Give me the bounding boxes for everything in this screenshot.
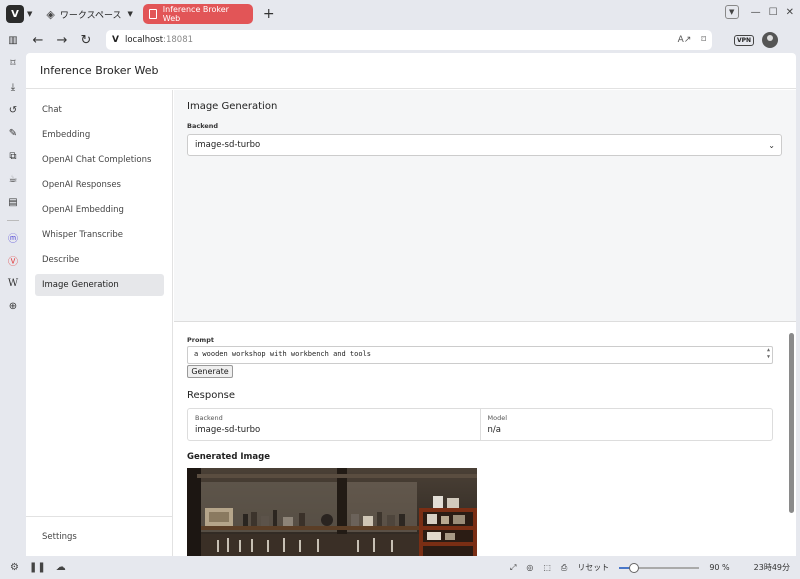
chevron-down-icon: ▼ — [127, 10, 133, 18]
url-field[interactable]: V localhost:18081 A↗ ⌑ — [106, 30, 712, 50]
page-tiling-icon[interactable]: ⤢ — [510, 563, 516, 573]
cloud-sync-icon[interactable]: ☁ — [56, 562, 66, 573]
chevron-down-icon[interactable]: ▼ — [27, 10, 32, 18]
response-model-cell: Model n/a — [479, 409, 773, 440]
response-model-value: n/a — [487, 425, 501, 435]
sidebar-item-openai-embedding[interactable]: OpenAI Embedding — [35, 199, 164, 221]
workshop-image — [187, 468, 477, 556]
translate-panel-icon[interactable]: ⧉ — [6, 149, 20, 163]
sidebar-item-openai-responses[interactable]: OpenAI Responses — [35, 174, 164, 196]
generate-button[interactable]: Generate — [187, 365, 233, 378]
sidebar-item-openai-chat-completions[interactable]: OpenAI Chat Completions — [35, 149, 164, 171]
page-viewport: Inference Broker Web Chat Embedding Open… — [26, 53, 796, 556]
browser-tab-active[interactable]: Inference Broker Web — [142, 4, 253, 24]
minimize-icon[interactable]: — — [751, 7, 761, 18]
panel-toggle-icon[interactable]: ▥ — [6, 33, 20, 47]
window-controls: ▼ — ☐ ✕ — [724, 5, 794, 19]
layers-icon: ◈ — [46, 7, 55, 21]
app-header: Inference Broker Web — [26, 53, 796, 89]
sidebar-item-embedding[interactable]: Embedding — [35, 124, 164, 146]
sidebar-item-describe[interactable]: Describe — [35, 249, 164, 271]
browser-status-bar: ⚙ ❚❚ ☁ ⤢ ◎ ⬚ ⎙ リセット 90 % 23時49分 — [0, 556, 800, 579]
translate-icon[interactable]: A↗ — [678, 35, 692, 45]
prompt-textarea[interactable]: a wooden workshop with workbench and too… — [187, 346, 773, 364]
profile-avatar[interactable] — [762, 32, 779, 48]
request-panel: Prompt a wooden workshop with workbench … — [174, 323, 796, 556]
address-toolbar: ← → ↻ V localhost:18081 A↗ ⌑ VPN — [26, 28, 800, 52]
zoom-slider[interactable] — [619, 562, 700, 573]
browser-tab-bar: V ▼ ◈ ワークスペース ▼ Inference Broker Web + ▼… — [0, 0, 800, 28]
sidebar-item-whisper-transcribe[interactable]: Whisper Transcribe — [35, 224, 164, 246]
app-title: Inference Broker Web — [40, 64, 159, 77]
zoom-slider-knob[interactable] — [628, 562, 639, 573]
prompt-value: a wooden workshop with workbench and too… — [194, 350, 372, 358]
chevron-down-icon: ⌄ — [768, 140, 775, 150]
response-backend-value: image-sd-turbo — [195, 425, 261, 435]
page-scrollbar[interactable] — [789, 333, 794, 513]
forward-arrow-icon[interactable]: → — [50, 33, 74, 48]
sidebar-nav: Chat Embedding OpenAI Chat Completions O… — [26, 90, 173, 556]
response-title: Response — [187, 390, 236, 401]
bookmark-icon[interactable]: ⌑ — [701, 35, 706, 45]
prompt-label: Prompt — [187, 336, 214, 344]
workspace-label: ワークスペース — [59, 10, 122, 21]
maximize-icon[interactable]: ☐ — [769, 7, 778, 18]
capture-icon[interactable]: ◎ — [526, 563, 533, 572]
page-actions-icon[interactable]: ⬚ — [543, 563, 551, 572]
zoom-level: 90 % — [709, 563, 730, 572]
config-panel: Image Generation Backend image-sd-turbo … — [174, 90, 796, 322]
tab-list-dropdown-icon[interactable]: ▼ — [724, 5, 739, 19]
history-panel-icon[interactable]: ↺ — [6, 103, 20, 117]
sidebar-item-settings[interactable]: Settings — [26, 516, 172, 556]
response-backend-cell: Backend image-sd-turbo — [188, 409, 480, 440]
sidebar-item-chat[interactable]: Chat — [35, 99, 164, 121]
mastodon-icon[interactable]: ⓜ — [6, 230, 20, 245]
vivaldi-logo-icon: V — [112, 35, 119, 45]
vivaldi-red-icon[interactable]: Ⓥ — [6, 253, 20, 268]
image-toggle-icon[interactable]: ⎙ — [561, 563, 567, 573]
backend-select[interactable]: image-sd-turbo ⌄ — [187, 134, 782, 156]
generated-image — [187, 468, 477, 556]
clock: 23時49分 — [753, 563, 790, 572]
textarea-spinner-icon[interactable]: ▲ ▼ — [767, 347, 770, 361]
browser-panel-bar: ▥ ⌑ ⤓ ↺ ✎ ⧉ ☕ ▤ ⓜ Ⓥ W ⊕ — [0, 28, 26, 556]
add-panel-icon[interactable]: ⊕ — [6, 299, 20, 313]
response-model-key: Model — [487, 414, 508, 422]
response-backend-key: Backend — [195, 414, 223, 422]
page-favicon-icon — [148, 9, 157, 19]
reload-icon[interactable]: ↻ — [74, 33, 98, 48]
panel-divider — [7, 220, 19, 221]
generated-image-title: Generated Image — [187, 452, 270, 462]
notes-panel-icon[interactable]: ✎ — [6, 126, 20, 140]
vivaldi-menu-button[interactable]: V — [6, 5, 24, 23]
downloads-panel-icon[interactable]: ⤓ — [6, 80, 20, 94]
url-port: :18081 — [163, 35, 194, 45]
backend-select-value: image-sd-turbo — [195, 140, 261, 150]
tab-title: Inference Broker Web — [162, 5, 229, 23]
pause-icon[interactable]: ❚❚ — [29, 562, 46, 573]
settings-gear-icon[interactable]: ⚙ — [10, 562, 19, 573]
workspace-switcher[interactable]: ◈ ワークスペース ▼ — [46, 8, 133, 21]
new-tab-plus-icon[interactable]: + — [263, 6, 275, 22]
backend-label: Backend — [187, 122, 219, 130]
vpn-button[interactable]: VPN — [734, 34, 755, 46]
page-title: Image Generation — [187, 101, 278, 112]
wikipedia-icon[interactable]: W — [6, 276, 20, 290]
reading-list-panel-icon[interactable]: ☕ — [6, 172, 20, 186]
close-window-icon[interactable]: ✕ — [786, 7, 794, 18]
zoom-reset-button[interactable]: リセット — [577, 562, 609, 573]
mail-panel-icon[interactable]: ▤ — [6, 195, 20, 209]
url-host: localhost — [124, 35, 164, 45]
sidebar-item-image-generation[interactable]: Image Generation — [35, 274, 164, 296]
bookmarks-panel-icon[interactable]: ⌑ — [6, 56, 20, 70]
response-summary: Backend image-sd-turbo Model n/a — [187, 408, 773, 441]
back-arrow-icon[interactable]: ← — [26, 33, 50, 48]
